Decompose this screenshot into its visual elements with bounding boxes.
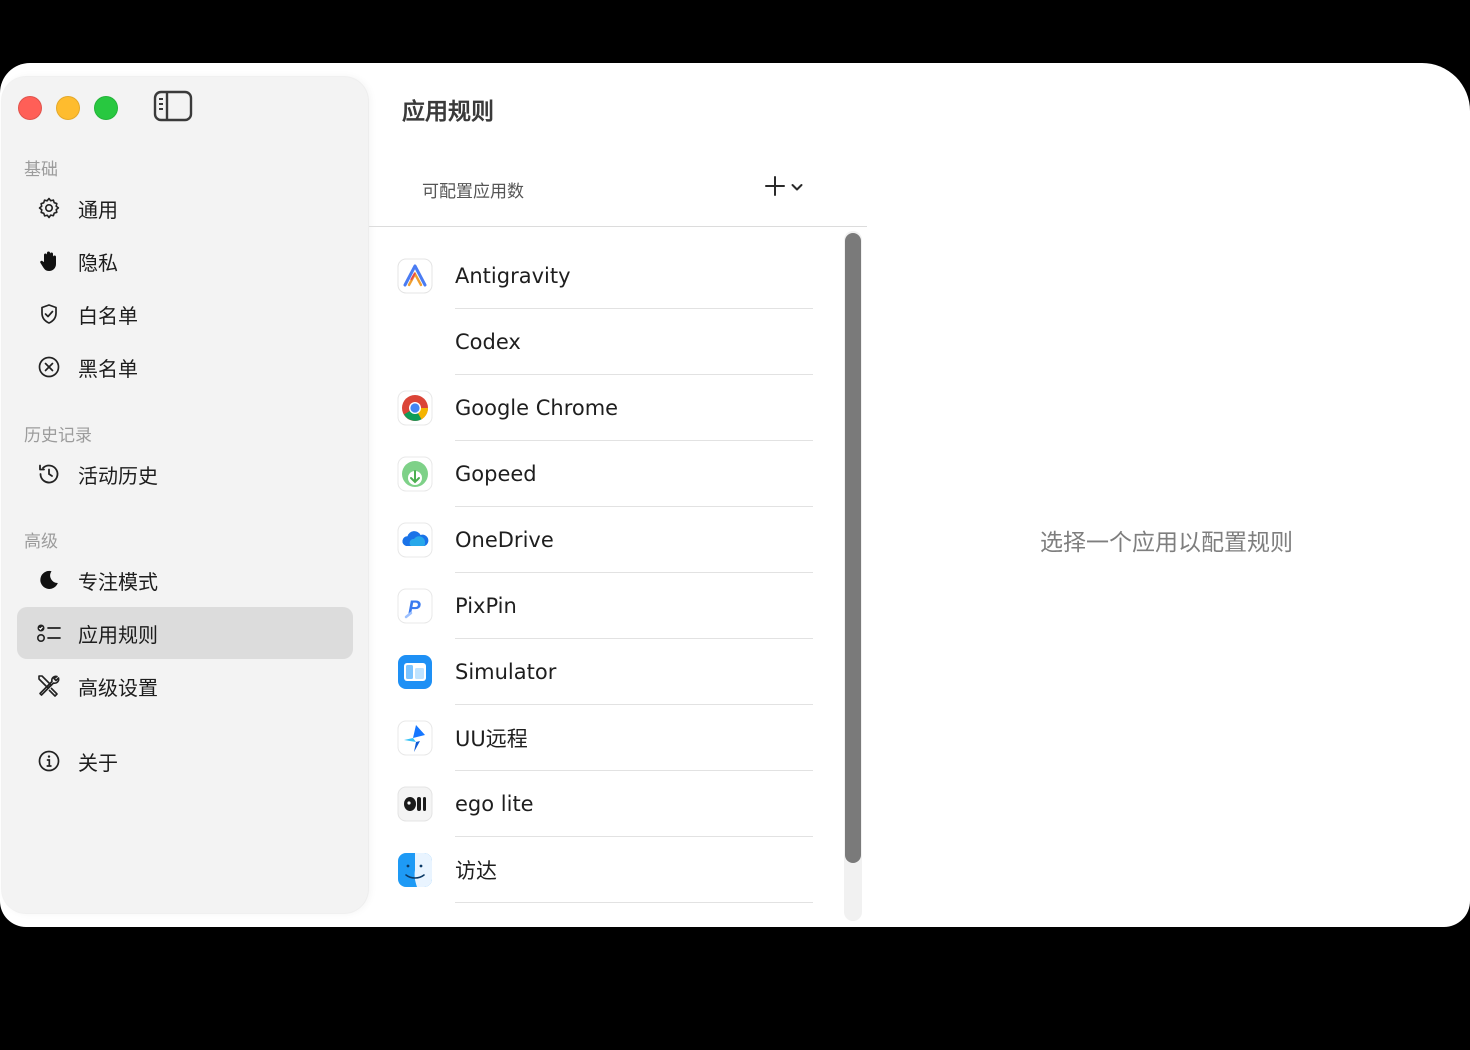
sidebar-item-whitelist[interactable]: 白名单 [17,288,353,340]
hand-icon [36,248,62,274]
chevron-down-icon [790,179,804,198]
sidebar-toggle-icon[interactable] [153,90,193,124]
history-clock-icon [36,461,62,487]
sidebar: 基础 通用 隐私 白名单 黑名单 历史记录 活动历史 高级 专注模式 应用规则 … [2,77,368,913]
configurable-apps-label: 可配置应用数 [422,182,524,202]
maximize-window-button[interactable] [94,96,118,120]
sidebar-item-focus-mode[interactable]: 专注模式 [17,554,353,606]
sidebar-item-privacy[interactable]: 隐私 [17,235,353,287]
app-name: Google Chrome [455,396,619,420]
chrome-icon [397,390,433,426]
sidebar-item-label: 隐私 [78,250,118,275]
gear-icon [36,195,62,221]
sidebar-item-activity-history[interactable]: 活动历史 [17,448,353,500]
sidebar-item-label: 高级设置 [78,675,158,700]
app-window: 基础 通用 隐私 白名单 黑名单 历史记录 活动历史 高级 专注模式 应用规则 … [0,63,1470,927]
app-name: Antigravity [455,264,571,288]
list-header-divider [369,226,867,227]
finder-icon [397,852,433,888]
sidebar-item-label: 关于 [78,750,118,775]
app-name: 访达 [455,859,497,883]
list-item[interactable]: P PixPin [369,573,844,639]
antigravity-icon [397,258,433,294]
row-divider [455,902,813,903]
list-item[interactable]: OneDrive [369,507,844,573]
shield-check-icon [36,301,62,327]
checklist-icon [36,620,62,646]
tools-icon [36,673,62,699]
sidebar-item-label: 应用规则 [78,622,158,647]
list-item[interactable]: Gopeed [369,441,844,507]
app-name: PixPin [455,594,517,618]
sidebar-item-label: 活动历史 [78,463,158,488]
ego-lite-icon [397,786,433,822]
app-list: Antigravity Codex Google Chrome Gopeed O… [369,228,844,927]
gopeed-icon [397,456,433,492]
uu-remote-icon [397,720,433,756]
onedrive-icon [397,522,433,558]
list-item[interactable]: Antigravity [369,243,844,309]
page-title: 应用规则 [402,99,494,125]
list-item[interactable]: Simulator [369,639,844,705]
app-name: Gopeed [455,462,537,486]
sidebar-item-advanced-settings[interactable]: 高级设置 [17,660,353,712]
list-item[interactable]: ego lite [369,771,844,837]
sidebar-item-app-rules[interactable]: 应用规则 [17,607,353,659]
sidebar-item-label: 白名单 [78,303,138,328]
list-item[interactable]: 访达 [369,837,844,903]
app-name: Simulator [455,660,557,684]
empty-state-message: 选择一个应用以配置规则 [1040,530,1293,556]
plus-icon [764,175,786,201]
app-name: ego lite [455,792,534,816]
add-app-button[interactable] [764,174,810,202]
app-name: UU远程 [455,727,528,751]
simulator-icon [397,654,433,690]
list-item[interactable]: Codex [369,309,844,375]
app-name: Codex [455,330,521,354]
app-name: OneDrive [455,528,554,552]
scrollbar-thumb[interactable] [845,233,861,863]
pixpin-icon: P [397,588,433,624]
list-item[interactable]: Google Chrome [369,375,844,441]
section-header-history: 历史记录 [24,426,92,446]
sidebar-item-label: 黑名单 [78,356,138,381]
section-header-advanced: 高级 [24,532,58,552]
x-circle-icon [36,354,62,380]
moon-icon [36,567,62,593]
list-item[interactable]: UU远程 [369,705,844,771]
svg-text:P: P [408,598,421,619]
minimize-window-button[interactable] [56,96,80,120]
sidebar-item-blacklist[interactable]: 黑名单 [17,341,353,393]
sidebar-item-label: 专注模式 [78,569,158,594]
info-icon [36,748,62,774]
sidebar-item-label: 通用 [78,197,118,222]
sidebar-item-about[interactable]: 关于 [17,735,353,787]
sidebar-item-general[interactable]: 通用 [17,182,353,234]
close-window-button[interactable] [18,96,42,120]
section-header-basic: 基础 [24,160,58,180]
